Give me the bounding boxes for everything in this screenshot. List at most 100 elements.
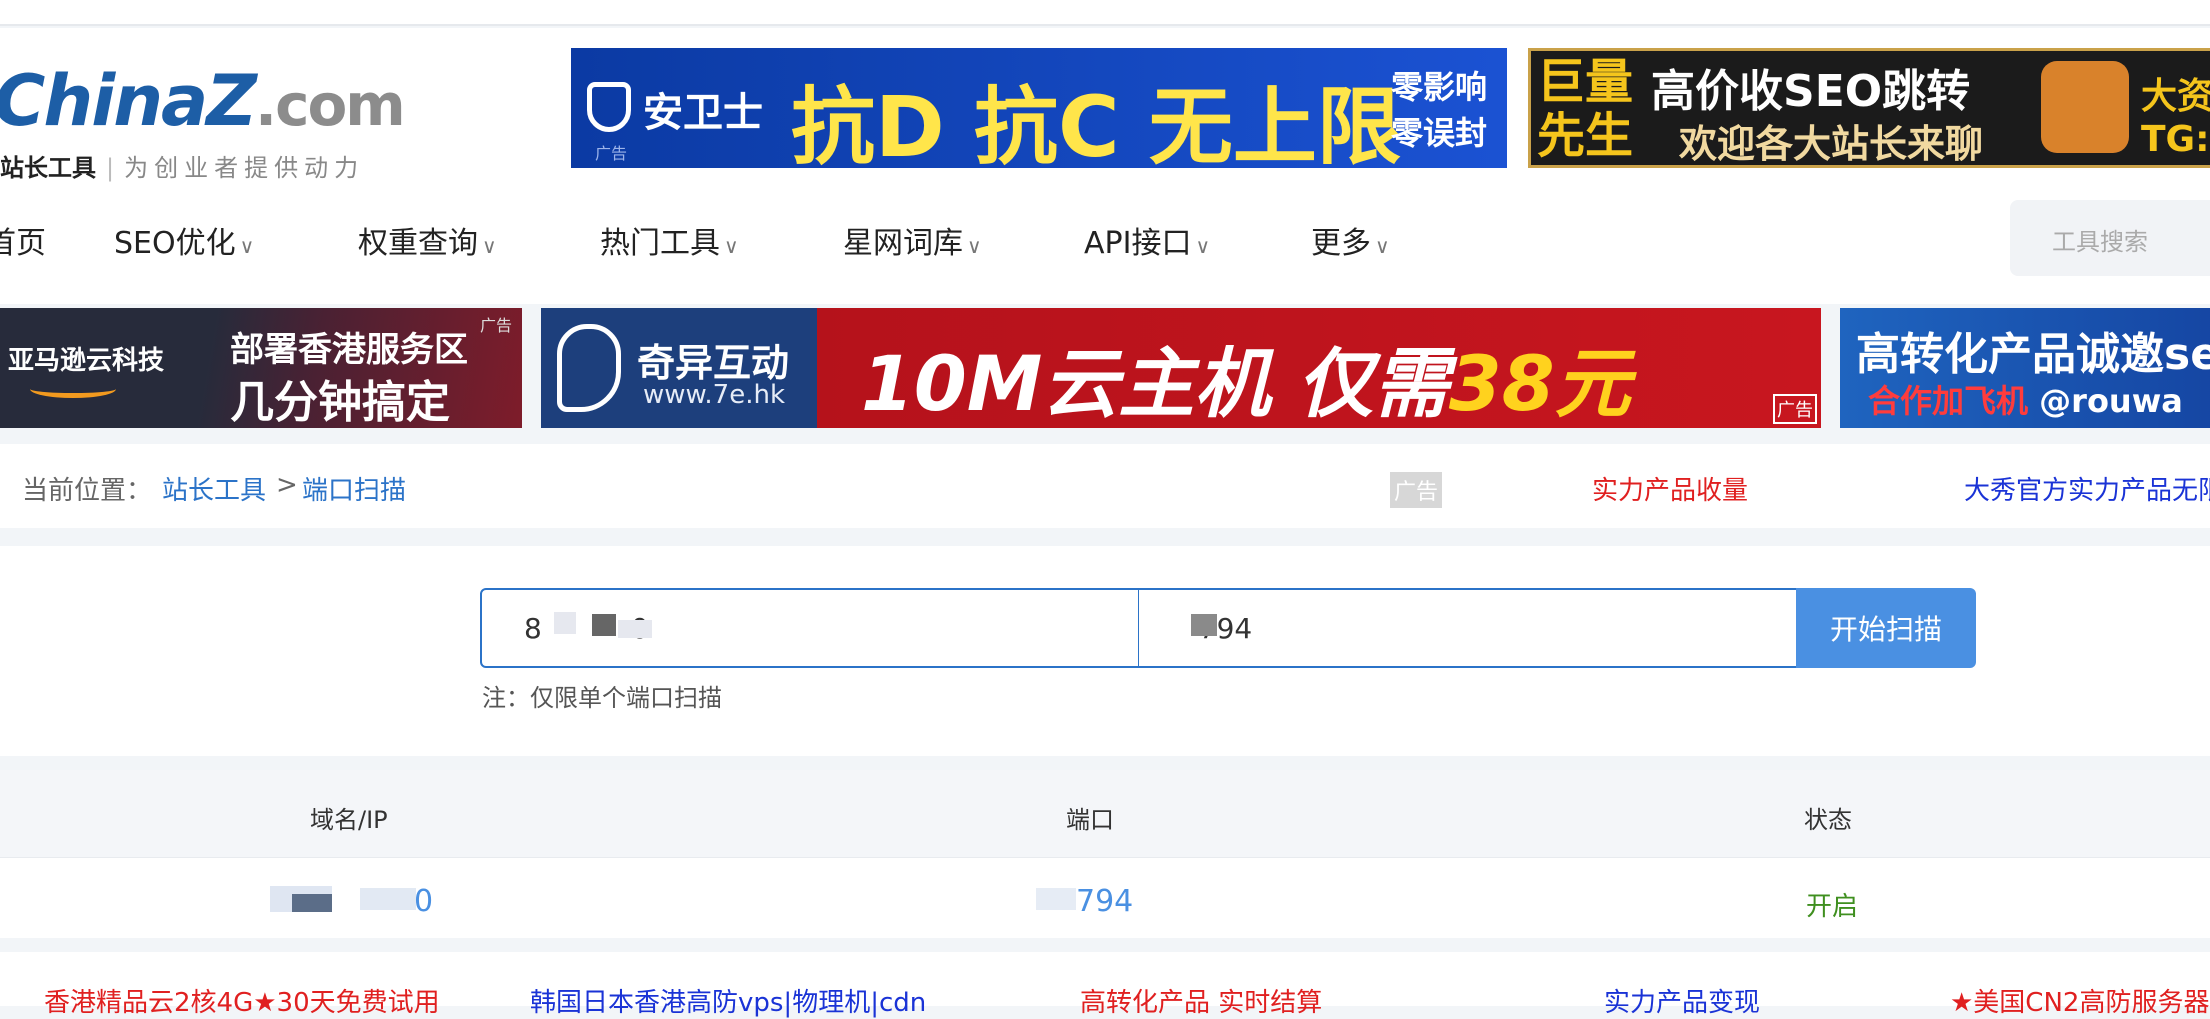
site-logo[interactable]: ChinaZ.com 站长工具 | 为创业者提供动力 — [0, 52, 406, 183]
banner-side: 零影响 零误封 — [1391, 64, 1487, 156]
banner-7e-cloud[interactable]: 奇异互动 www.7e.hk 10M云主机 仅需38元 广告 — [541, 308, 1821, 428]
logo-brand: 站长工具 — [0, 154, 96, 182]
logo-divider: | — [106, 154, 115, 182]
banner-brand: 安卫士 — [643, 90, 763, 136]
banner-headline: 抗D 抗C 无上限 — [791, 78, 1401, 168]
nav-label: API接口 — [1084, 226, 1192, 261]
ad-link-strong-product[interactable]: 实力产品收量 — [1592, 470, 1748, 507]
banner-headline: 10M云主机 仅需38元 — [861, 322, 1631, 428]
chevron-down-icon: ∨ — [967, 234, 982, 258]
port-input[interactable] — [1139, 590, 1796, 666]
nav-label: 更多 — [1311, 226, 1371, 261]
ad-label: 广告 — [1773, 394, 1817, 424]
nav-label: 星网词库 — [843, 226, 963, 261]
results-table: 域名/IP 端口 状态 0 794 开启 — [0, 770, 2210, 938]
banner-side-line1: 零影响 — [1391, 68, 1488, 106]
redaction-mask — [1036, 888, 1076, 910]
banner-headline-text: 10M云主机 仅需 — [861, 339, 1449, 428]
banner-line2-red: 合作加飞机 — [1868, 382, 2029, 420]
banner-seo-invite[interactable]: 高转化产品诚邀seo 合作加飞机 @rouwa — [1840, 308, 2210, 428]
top-strip — [0, 0, 2210, 26]
logo-slogan: 为创业者提供动力 — [124, 154, 365, 182]
logo-china: China — [0, 60, 208, 142]
banner-side-line2: 零误封 — [1391, 114, 1488, 152]
banner-right-line2: TG:@ — [2141, 119, 2210, 160]
banner-line1: 高转化产品诚邀seo — [1856, 329, 2210, 380]
ad-label: 广告 — [595, 144, 628, 163]
ad-link-kr-jp-vps[interactable]: 韩国日本香港高防vps|物理机|cdn — [530, 982, 926, 1019]
main-nav: 首页 SEO优化 ∨ 权重查询 ∨ 热门工具 ∨ 星网词库 ∨ API接口 ∨ 更多 ∨ 工… — [0, 200, 2210, 280]
nav-item-lexicon[interactable]: 星网词库 ∨ — [843, 218, 982, 262]
tool-search-input[interactable]: 工具搜索 — [2010, 200, 2210, 276]
banner-line1: 部署香港服务区 — [230, 330, 468, 370]
nav-item-home[interactable]: 首页 — [0, 218, 46, 262]
banner-line1: 高价收SEO跳转 — [1651, 66, 1971, 117]
redaction-mask — [360, 888, 416, 910]
nav-item-weight[interactable]: 权重查询 ∨ — [358, 218, 497, 262]
banner-right-text: 大资源 TG:@ — [2141, 67, 2210, 160]
logo-wordmark: ChinaZ.com — [0, 60, 406, 142]
host-input[interactable] — [482, 590, 1138, 666]
banner-line2: 欢迎各大站长来聊 — [1679, 122, 1984, 166]
ad-link-product-monetize[interactable]: 实力产品变现 — [1604, 982, 1760, 1019]
banner-brand: 亚马逊云科技 — [8, 346, 165, 376]
banner-line2-white: @rouwa — [2039, 382, 2183, 420]
ad-label: 广告 — [479, 316, 512, 335]
scan-note: 注：仅限单个端口扫描 — [482, 684, 722, 712]
logo-z: Z — [206, 60, 257, 142]
column-header-port: 端口 — [1066, 806, 1114, 834]
redaction-mask — [618, 620, 652, 638]
footer-ad-links: 香港精品云2核4G★30天免费试用 韩国日本香港高防vps|物理机|cdn 高转… — [0, 952, 2210, 1018]
banner-aws[interactable]: 亚马逊云科技 部署香港服务区 几分钟搞定 广告 — [0, 308, 522, 428]
breadcrumb-separator: > — [276, 470, 298, 500]
ad-link-daxiu[interactable]: 大秀官方实力产品无限 — [1964, 470, 2210, 507]
ad-tag: 广告 — [1390, 472, 1443, 508]
nav-item-seo[interactable]: SEO优化 ∨ — [114, 218, 254, 262]
chevron-down-icon: ∨ — [1195, 234, 1211, 258]
banner-left-text: 巨量 先生 — [1537, 55, 1633, 163]
monkey-avatar-icon — [2041, 61, 2129, 153]
logo-subtitle: 站长工具 | 为创业者提供动力 — [0, 148, 364, 183]
result-status: 开启 — [1806, 892, 1859, 922]
start-scan-button[interactable]: 开始扫描 — [1796, 588, 1976, 668]
ad-link-hk-cloud[interactable]: 香港精品云2核4G★30天免费试用 — [44, 982, 440, 1019]
redaction-mask — [592, 614, 616, 636]
column-header-host: 域名/IP — [310, 806, 388, 834]
breadcrumb-current-link[interactable]: 端口扫描 — [302, 470, 406, 507]
breadcrumb: 当前位置： 站长工具 > 端口扫描 广告 实力产品收量 大秀官方实力产品无限 — [0, 444, 2210, 528]
smile-arrow-icon — [30, 380, 116, 398]
banner-anweishi[interactable]: 安卫士 抗D 抗C 无上限 零影响 零误封 广告 — [571, 48, 1507, 168]
banner-seo-redirect[interactable]: 巨量 先生 高价收SEO跳转 欢迎各大站长来聊 大资源 TG:@ — [1528, 48, 2210, 168]
qiyi-logo-icon — [557, 324, 621, 412]
nav-item-tools[interactable]: 热门工具 ∨ — [600, 218, 739, 262]
banner-left-line2: 先生 — [1537, 108, 1634, 164]
column-header-status: 状态 — [1804, 806, 1852, 834]
banner-brand: 奇异互动 — [637, 341, 790, 385]
banner-left-line1: 巨量 — [1537, 54, 1634, 110]
breadcrumb-label: 当前位置： — [22, 476, 153, 506]
chevron-down-icon: ∨ — [1375, 234, 1390, 258]
banner-right-line1: 大资源 — [2141, 76, 2210, 117]
chevron-down-icon: ∨ — [239, 234, 255, 258]
nav-item-more[interactable]: 更多 ∨ — [1311, 218, 1390, 262]
nav-item-api[interactable]: API接口 ∨ — [1084, 218, 1210, 262]
shield-icon — [587, 82, 631, 132]
ad-link-us-cn2[interactable]: ★美国CN2高防服务器 — [1950, 982, 2209, 1019]
port-scan-form: 开始扫描 注：仅限单个端口扫描 — [0, 546, 2210, 756]
nav-label: 热门工具 — [600, 226, 720, 261]
banner-line2: 几分钟搞定 — [230, 377, 450, 428]
ad-link-high-conversion[interactable]: 高转化产品 实时结算 — [1080, 982, 1322, 1019]
nav-label: 首页 — [0, 226, 46, 261]
nav-label: 权重查询 — [358, 226, 478, 261]
logo-domain: .com — [255, 71, 406, 139]
result-host[interactable]: 0 — [414, 884, 433, 919]
breadcrumb-root-link[interactable]: 站长工具 — [162, 470, 266, 507]
nav-label: SEO优化 — [114, 226, 236, 261]
redaction-mask — [554, 612, 576, 634]
result-port[interactable]: 794 — [1076, 884, 1133, 919]
banner-price: 38元 — [1448, 339, 1631, 428]
redaction-mask — [1191, 614, 1217, 636]
chevron-down-icon: ∨ — [724, 234, 739, 258]
redaction-mask — [292, 894, 332, 912]
table-header: 域名/IP 端口 状态 — [0, 770, 2210, 858]
